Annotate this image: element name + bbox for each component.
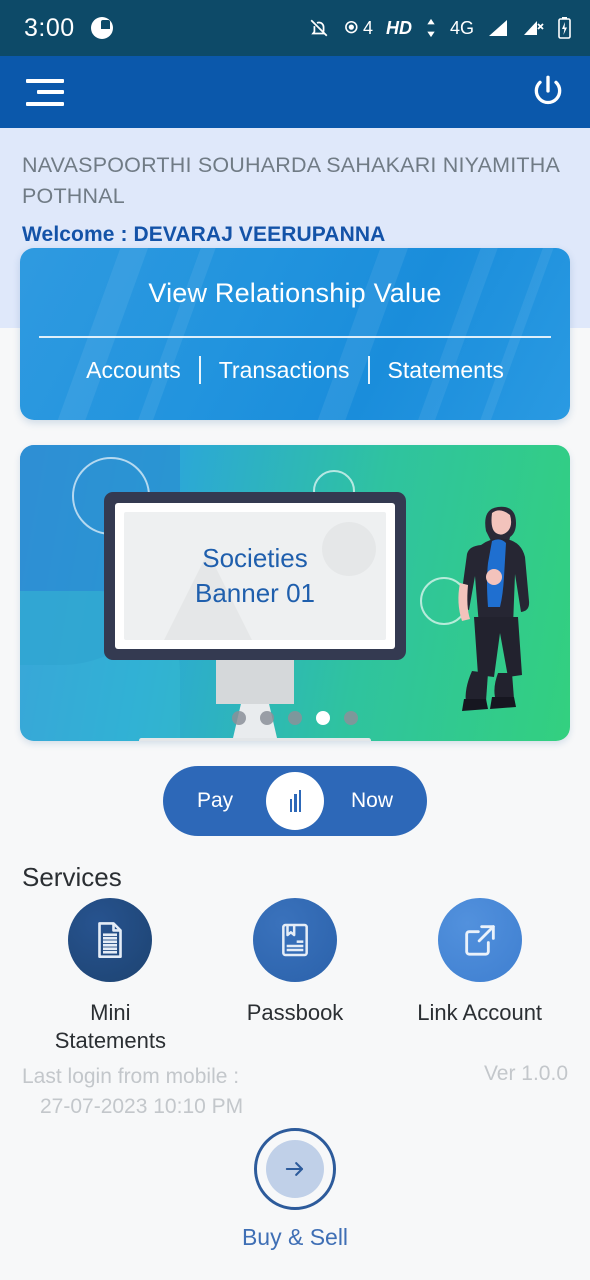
person-illustration (458, 506, 530, 711)
app-bar (0, 56, 590, 128)
scan-barcode-icon[interactable] (266, 772, 324, 830)
link-statements[interactable]: Statements (370, 357, 522, 384)
carousel-dots[interactable] (20, 711, 570, 725)
power-icon[interactable] (528, 72, 568, 112)
relationship-card-links: Accounts Transactions Statements (68, 356, 522, 384)
hamburger-menu-icon[interactable] (26, 78, 64, 106)
document-lines-icon (68, 898, 153, 982)
location-count-icon: 4 (343, 18, 373, 39)
link-accounts[interactable]: Accounts (68, 357, 199, 384)
service-label: Link Account (417, 1000, 543, 1025)
bank-name: NAVASPOORTHI SOUHARDA SAHAKARI NIYAMITHA… (22, 153, 559, 208)
carousel-dot[interactable] (260, 711, 274, 725)
carousel-dot[interactable] (288, 711, 302, 725)
banner-title-line1: Societies (202, 543, 308, 574)
buy-sell-label: Buy & Sell (241, 1224, 349, 1250)
status-time: 3:00 (24, 13, 75, 42)
status-bar: 3:00 4 HD 4G (0, 0, 590, 56)
relationship-card-title: View Relationship Value (148, 278, 442, 308)
relationship-card-divider (39, 336, 551, 338)
service-label: Mini Statements (55, 999, 166, 1055)
signal-off-icon (522, 18, 544, 38)
banner-title-line2: Banner 01 (195, 578, 315, 608)
app-badge-icon (90, 17, 113, 39)
data-transfer-icon (425, 17, 437, 39)
app-version: Ver 1.0.0 (483, 1062, 568, 1085)
last-login-value: 27-07-2023 10:10 PM (40, 1095, 244, 1119)
services-grid: Mini Statements Passbook Link Account (0, 898, 590, 1055)
welcome-message: Welcome : DEVARAJ VEERUPANNA (22, 223, 386, 247)
carousel-dot[interactable] (232, 711, 246, 725)
monitor-illustration: Societies Banner 01 (104, 492, 406, 741)
service-label: Passbook (246, 1000, 344, 1025)
app-screen: 3:00 4 HD 4G NAVASPOORTHI SOUHARDA SAHAK… (0, 0, 590, 1280)
pay-label: Pay (197, 789, 234, 812)
location-count-label: 4 (362, 17, 373, 38)
hd-icon: HD (385, 17, 412, 38)
services-section-title: Services (22, 862, 122, 892)
buy-sell-button[interactable]: Buy & Sell (0, 1128, 590, 1251)
external-link-icon (437, 898, 522, 982)
bell-muted-icon (308, 17, 330, 39)
service-label-line2: Statements (54, 1028, 166, 1054)
service-label-line1: Mini (90, 1000, 131, 1025)
view-relationship-value-card[interactable]: View Relationship Value Accounts Transac… (20, 248, 570, 420)
battery-charging-icon (557, 16, 572, 40)
service-link-account[interactable]: Link Account (387, 898, 572, 1055)
last-login-info: Last login from mobile : 27-07-2023 10:1… (22, 1062, 243, 1123)
network-type-label: 4G (449, 17, 474, 38)
status-bar-right: 4 HD 4G (308, 16, 572, 40)
service-passbook[interactable]: Passbook (203, 898, 388, 1055)
arrow-right-icon (266, 1140, 324, 1198)
promo-banner-carousel[interactable]: Societies Banner 01 (20, 445, 570, 741)
passbook-book-icon (253, 898, 337, 982)
relationship-card-wrapper: View Relationship Value Accounts Transac… (20, 248, 570, 420)
buy-sell-ring (254, 1128, 336, 1210)
status-bar-left: 3:00 (24, 14, 113, 43)
service-mini-statements[interactable]: Mini Statements (18, 898, 203, 1055)
signal-bars-icon (487, 18, 509, 38)
carousel-dot[interactable] (344, 711, 358, 725)
now-label: Now (350, 789, 393, 812)
pay-now-button[interactable]: Pay Now (163, 766, 427, 836)
carousel-dot-active[interactable] (316, 711, 330, 725)
last-login-label: Last login from mobile : (22, 1065, 240, 1088)
link-transactions[interactable]: Transactions (201, 357, 368, 384)
